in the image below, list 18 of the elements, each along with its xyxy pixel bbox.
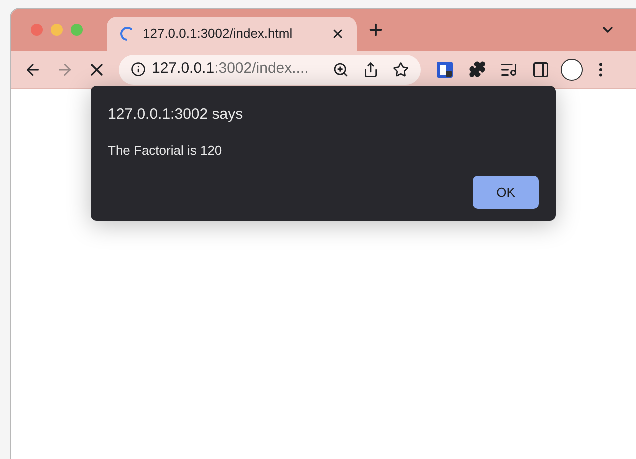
extension-icon[interactable]: [437, 62, 453, 78]
new-tab-icon[interactable]: [367, 21, 385, 39]
ok-button[interactable]: OK: [473, 176, 539, 209]
browser-tab[interactable]: 127.0.0.1:3002/index.html: [107, 17, 357, 51]
dialog-message: The Factorial is 120: [108, 142, 222, 160]
share-icon[interactable]: [363, 62, 379, 78]
address-bar[interactable]: 127.0.0.1:3002/index....: [119, 54, 421, 84]
info-icon[interactable]: [131, 62, 146, 77]
dialog-title: 127.0.0.1:3002 says: [108, 105, 244, 125]
url-text: 127.0.0.1:3002/index....: [152, 59, 310, 80]
extensions-icon[interactable]: [468, 61, 486, 78]
bookmark-star-icon[interactable]: [393, 62, 409, 78]
close-tab-icon[interactable]: [331, 27, 345, 41]
zoom-icon[interactable]: [333, 62, 349, 78]
side-panel-icon[interactable]: [532, 60, 550, 78]
avatar[interactable]: [561, 58, 583, 80]
loading-spinner-icon: [119, 26, 135, 42]
tab-title: 127.0.0.1:3002/index.html: [143, 25, 294, 44]
